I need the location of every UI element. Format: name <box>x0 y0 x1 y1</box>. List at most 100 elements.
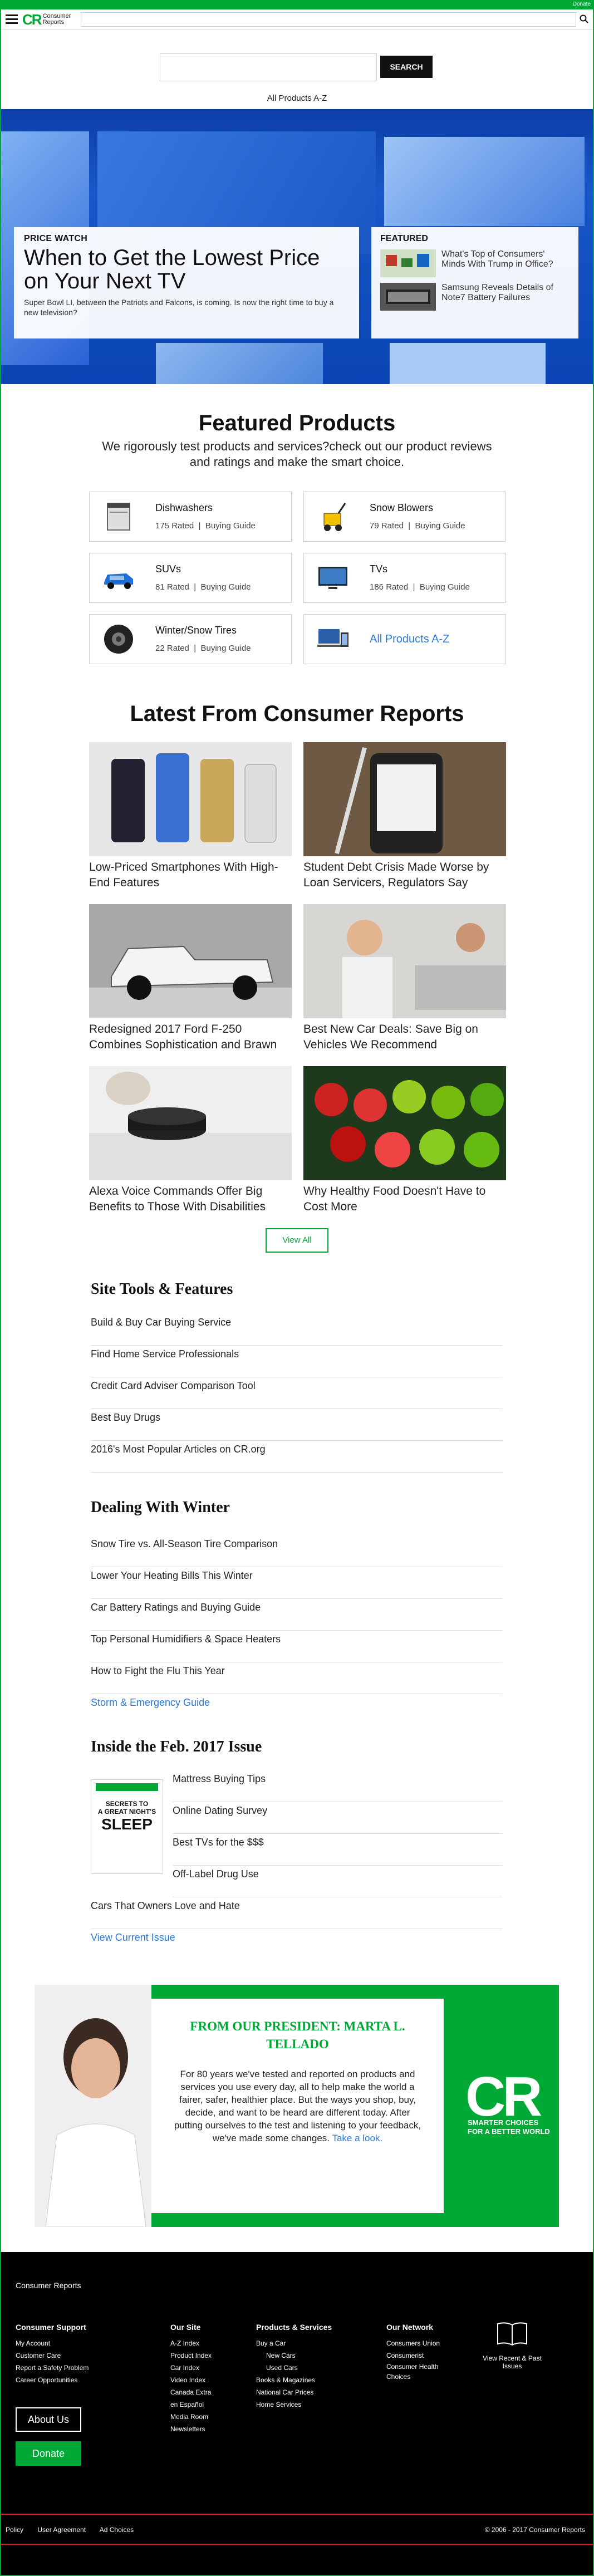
menu-icon[interactable] <box>6 14 18 24</box>
list-item[interactable]: Car Battery Ratings and Buying Guide <box>91 1599 503 1631</box>
article-caption[interactable]: Student Debt Crisis Made Worse by Loan S… <box>303 860 506 891</box>
footer-link[interactable]: Customer Care <box>16 2349 89 2362</box>
dishwasher-icon <box>107 503 130 531</box>
footer-donate-button[interactable]: Donate <box>16 2441 81 2466</box>
svg-text:CR: CR <box>465 2065 541 2121</box>
ad-choices-link[interactable]: Ad Choices <box>100 2526 134 2534</box>
footer-link[interactable]: Buy a Car <box>256 2337 332 2349</box>
ford-truck-image[interactable] <box>89 904 292 1018</box>
article-caption[interactable]: Redesigned 2017 Ford F-250 Combines Soph… <box>89 1022 292 1053</box>
search-button[interactable]: SEARCH <box>380 56 433 78</box>
healthy-food-image[interactable] <box>303 1066 506 1180</box>
footer-link[interactable]: Product Index <box>170 2349 212 2362</box>
footer-issues-link[interactable]: View Recent & Past Issues <box>479 2322 546 2370</box>
list-item[interactable]: Snow Tire vs. All-Season Tire Comparison <box>91 1535 503 1567</box>
footer-link[interactable]: Newsletters <box>170 2423 212 2435</box>
footer-link[interactable]: en Español <box>170 2398 212 2411</box>
site-footer: Consumer Reports Consumer Support My Acc… <box>0 2252 594 2576</box>
price-watch-card[interactable]: PRICE WATCH When to Get the Lowest Price… <box>14 227 359 338</box>
article-caption[interactable]: Alexa Voice Commands Offer Big Benefits … <box>89 1184 292 1215</box>
product-card-snow-blowers[interactable]: Snow Blowers 79 Rated | Buying Guide <box>303 492 506 542</box>
all-products-link[interactable]: All Products A-Z <box>0 94 594 103</box>
product-card-tires[interactable]: Winter/Snow Tires 22 Rated | Buying Guid… <box>89 614 292 664</box>
footer-link[interactable]: Career Opportunities <box>16 2374 89 2386</box>
list-item[interactable]: Find Home Service Professionals <box>91 1346 503 1377</box>
president-tagline: SMARTER CHOICES FOR A BETTER WORLD <box>468 2118 550 2136</box>
top-bar: Donate <box>0 0 594 9</box>
car-dealer-image[interactable] <box>303 904 506 1018</box>
logo-mark: CR <box>22 11 42 28</box>
product-card-suvs[interactable]: SUVs 81 Rated | Buying Guide <box>89 553 292 603</box>
footer-link[interactable]: Home Services <box>256 2398 332 2411</box>
buying-guide-link[interactable]: Buying Guide <box>415 521 465 531</box>
policy-link[interactable]: Policy <box>6 2526 23 2534</box>
header-search-input[interactable] <box>81 12 576 27</box>
list-item[interactable]: Mattress Buying Tips <box>173 1770 503 1802</box>
storm-guide-link[interactable]: Storm & Emergency Guide <box>91 1694 503 1726</box>
top-donate-link[interactable]: Donate <box>573 1 591 7</box>
list-item[interactable]: Build & Buy Car Buying Service <box>91 1314 503 1346</box>
buying-guide-link[interactable]: Buying Guide <box>200 644 251 653</box>
buying-guide-link[interactable]: Buying Guide <box>200 582 251 592</box>
user-agreement-link[interactable]: User Agreement <box>37 2526 86 2534</box>
footer-link[interactable]: Report a Safety Problem <box>16 2362 89 2374</box>
search-form: SEARCH <box>160 53 433 81</box>
featured-item[interactable]: What's Top of Consumers' Minds With Trum… <box>380 249 570 277</box>
list-item[interactable]: Best TVs for the $$$ <box>173 1834 503 1866</box>
footer-link[interactable]: New Cars <box>256 2349 332 2362</box>
smartphones-image[interactable] <box>89 742 292 856</box>
footer-link[interactable]: Consumerist <box>386 2349 459 2362</box>
view-all-button[interactable]: View All <box>266 1228 328 1253</box>
footer-link[interactable]: Consumer Health Choices <box>386 2362 459 2382</box>
list-item[interactable]: Off-Label Drug Use <box>173 1866 503 1897</box>
calculator-image[interactable] <box>303 742 506 856</box>
buying-guide-link[interactable]: Buying Guide <box>420 582 470 592</box>
copyright: © 2006 - 2017 Consumer Reports <box>484 2526 585 2534</box>
footer-brand[interactable]: Consumer Reports <box>16 2281 81 2290</box>
hero-title[interactable]: When to Get the Lowest Price on Your Nex… <box>24 246 349 293</box>
product-card-dishwashers[interactable]: Dishwashers 175 Rated | Buying Guide <box>89 492 292 542</box>
footer-link[interactable]: Video Index <box>170 2374 212 2386</box>
footer-link[interactable]: A-Z Index <box>170 2337 212 2349</box>
list-item[interactable]: Credit Card Adviser Comparison Tool <box>91 1377 503 1409</box>
search-icon[interactable] <box>580 14 588 23</box>
article-caption[interactable]: Why Healthy Food Doesn't Have to Cost Mo… <box>303 1184 506 1215</box>
article-caption[interactable]: Low-Priced Smartphones With High-End Fea… <box>89 860 292 891</box>
footer-link[interactable]: Car Index <box>170 2362 212 2374</box>
footer-link[interactable]: Books & Magazines <box>256 2374 332 2386</box>
featured-card: FEATURED What's Top of Consumers' Minds … <box>371 227 578 338</box>
article-caption[interactable]: Best New Car Deals: Save Big on Vehicles… <box>303 1022 506 1053</box>
echo-dot-image[interactable] <box>89 1066 292 1180</box>
footer-link[interactable]: Consumers Union <box>386 2337 459 2349</box>
view-current-issue-link[interactable]: View Current Issue <box>91 1929 503 1961</box>
buying-guide-link[interactable]: Buying Guide <box>205 521 256 531</box>
product-card-tvs[interactable]: TVs 186 Rated | Buying Guide <box>303 553 506 603</box>
list-item[interactable]: Online Dating Survey <box>173 1802 503 1834</box>
footer-link[interactable]: National Car Prices <box>256 2386 332 2398</box>
featured-thumb-image <box>380 283 436 311</box>
featured-products-title: Featured Products <box>198 411 396 435</box>
list-item[interactable]: Lower Your Heating Bills This Winter <box>91 1567 503 1599</box>
list-item[interactable]: 2016's Most Popular Articles on CR.org <box>91 1441 503 1473</box>
footer-link[interactable]: Media Room <box>170 2411 212 2423</box>
magazine-cover-image[interactable]: SECRETS TO A GREAT NIGHT'S SLEEP <box>91 1779 163 1874</box>
footer-site-column: Our Site A-Z Index Product Index Car Ind… <box>170 2323 212 2435</box>
footer-link[interactable]: Used Cars <box>256 2362 332 2374</box>
issue-title: Inside the Feb. 2017 Issue <box>91 1738 262 1755</box>
site-logo[interactable]: CR Consumer Reports <box>22 12 71 27</box>
about-us-button[interactable]: About Us <box>16 2407 81 2432</box>
hero-kicker: PRICE WATCH <box>24 234 88 243</box>
search-input[interactable] <box>160 53 377 81</box>
footer-link[interactable]: My Account <box>16 2337 89 2349</box>
footer-link[interactable]: Canada Extra <box>170 2386 212 2398</box>
product-card-all-products[interactable]: All Products A-Z <box>303 614 506 664</box>
list-item[interactable]: Best Buy Drugs <box>91 1409 503 1441</box>
footer-network-column: Our Network Consumers Union Consumerist … <box>386 2323 459 2382</box>
president-banner: FROM OUR PRESIDENT: MARTA L. TELLADO For… <box>35 1985 559 2227</box>
latest-title: Latest From Consumer Reports <box>130 701 464 726</box>
featured-item[interactable]: Samsung Reveals Details of Note7 Battery… <box>380 283 570 311</box>
list-item[interactable]: How to Fight the Flu This Year <box>91 1662 503 1694</box>
take-a-look-link[interactable]: Take a look. <box>332 2133 382 2143</box>
list-item[interactable]: Top Personal Humidifiers & Space Heaters <box>91 1631 503 1662</box>
list-item[interactable]: Cars That Owners Love and Hate <box>91 1897 503 1929</box>
